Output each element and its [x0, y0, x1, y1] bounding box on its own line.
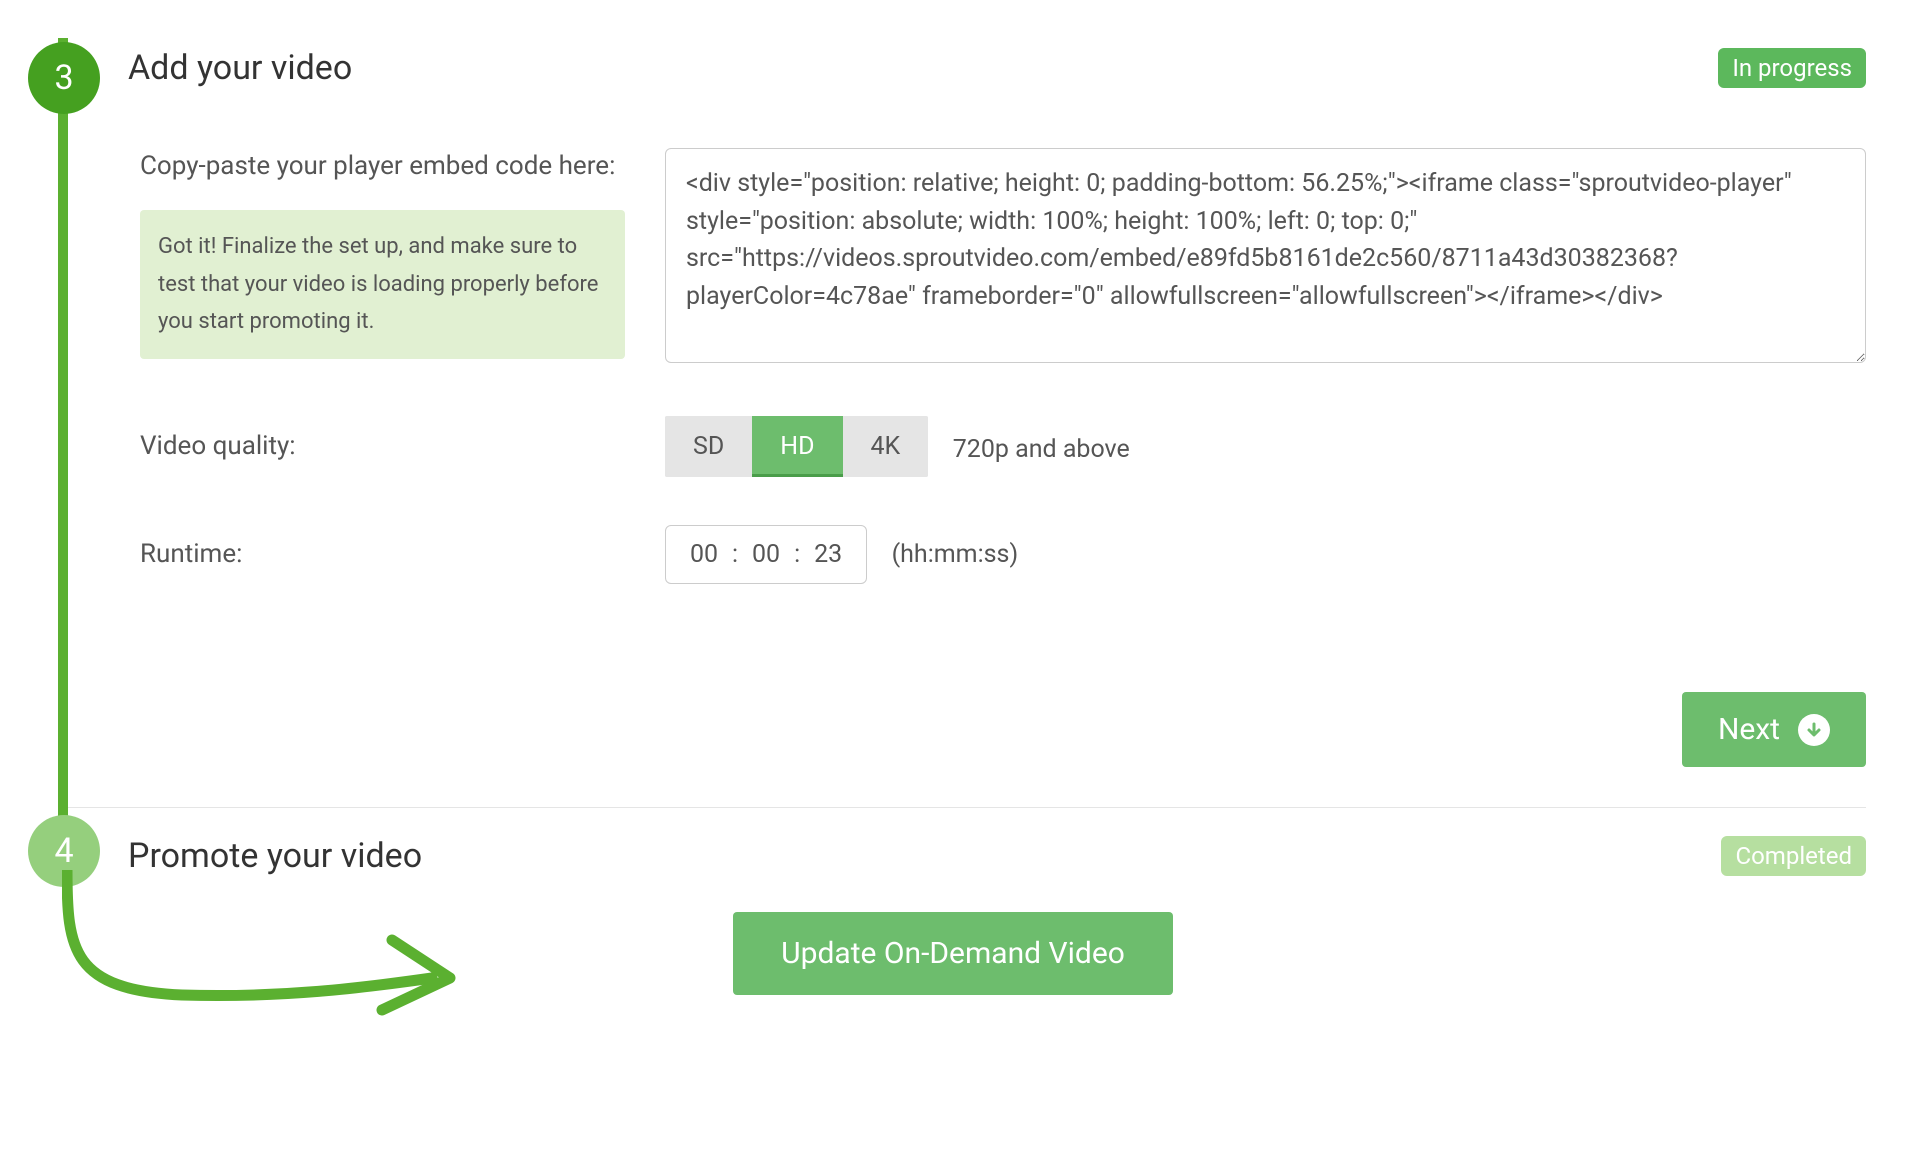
step-3-header: Add your video In progress [0, 20, 1906, 88]
embed-label: Copy-paste your player embed code here: [140, 148, 625, 184]
quality-option-hd[interactable]: HD [752, 416, 842, 477]
embed-label-col: Copy-paste your player embed code here: … [140, 148, 625, 359]
runtime-label: Runtime: [140, 536, 625, 572]
quality-input-col: SD HD 4K 720p and above [665, 416, 1866, 477]
step-4-title: Promote your video [128, 836, 422, 876]
quality-label: Video quality: [140, 428, 625, 464]
step-4: 4 Promote your video Completed [0, 808, 1906, 876]
runtime-hint: (hh:mm:ss) [892, 540, 1019, 569]
runtime-row: Runtime: : : (hh:mm:ss) [140, 525, 1866, 584]
step-4-number: 4 [54, 831, 73, 871]
step-4-badge: 4 [28, 815, 100, 887]
step-3-actions: Next [0, 692, 1906, 767]
step-3-badge: 3 [28, 42, 100, 114]
runtime-sep-1: : [732, 540, 738, 569]
runtime-ss[interactable] [810, 540, 846, 569]
embed-input-col [665, 148, 1866, 368]
update-row: Update On-Demand Video [0, 912, 1906, 995]
quality-option-sd[interactable]: SD [665, 416, 752, 477]
step-4-header: Promote your video Completed [0, 808, 1906, 876]
step-3-title: Add your video [128, 48, 352, 88]
runtime-mm[interactable] [748, 540, 784, 569]
runtime-label-col: Runtime: [140, 536, 625, 572]
next-button-label: Next [1718, 712, 1780, 747]
runtime-sep-2: : [794, 540, 800, 569]
runtime-hh[interactable] [686, 540, 722, 569]
quality-option-4k[interactable]: 4K [843, 416, 929, 477]
step-3-form: Copy-paste your player embed code here: … [0, 88, 1906, 672]
runtime-input-col: : : (hh:mm:ss) [665, 525, 1866, 584]
step-3: 3 Add your video In progress Copy-paste … [0, 20, 1906, 767]
arrow-down-icon [1798, 714, 1830, 746]
next-button[interactable]: Next [1682, 692, 1866, 767]
runtime-input-group: : : [665, 525, 867, 584]
embed-row: Copy-paste your player embed code here: … [140, 148, 1866, 368]
quality-segmented-control: SD HD 4K [665, 416, 928, 477]
embed-code-textarea[interactable] [665, 148, 1866, 363]
step-3-number: 3 [54, 58, 73, 98]
quality-label-col: Video quality: [140, 428, 625, 464]
quality-row: Video quality: SD HD 4K 720p and above [140, 416, 1866, 477]
embed-tip: Got it! Finalize the set up, and make su… [140, 210, 625, 358]
status-in-progress: In progress [1718, 48, 1866, 88]
quality-hint: 720p and above [953, 435, 1130, 464]
status-completed: Completed [1721, 836, 1866, 876]
update-on-demand-video-button[interactable]: Update On-Demand Video [733, 912, 1173, 995]
page-wrap: 3 Add your video In progress Copy-paste … [0, 0, 1906, 1115]
